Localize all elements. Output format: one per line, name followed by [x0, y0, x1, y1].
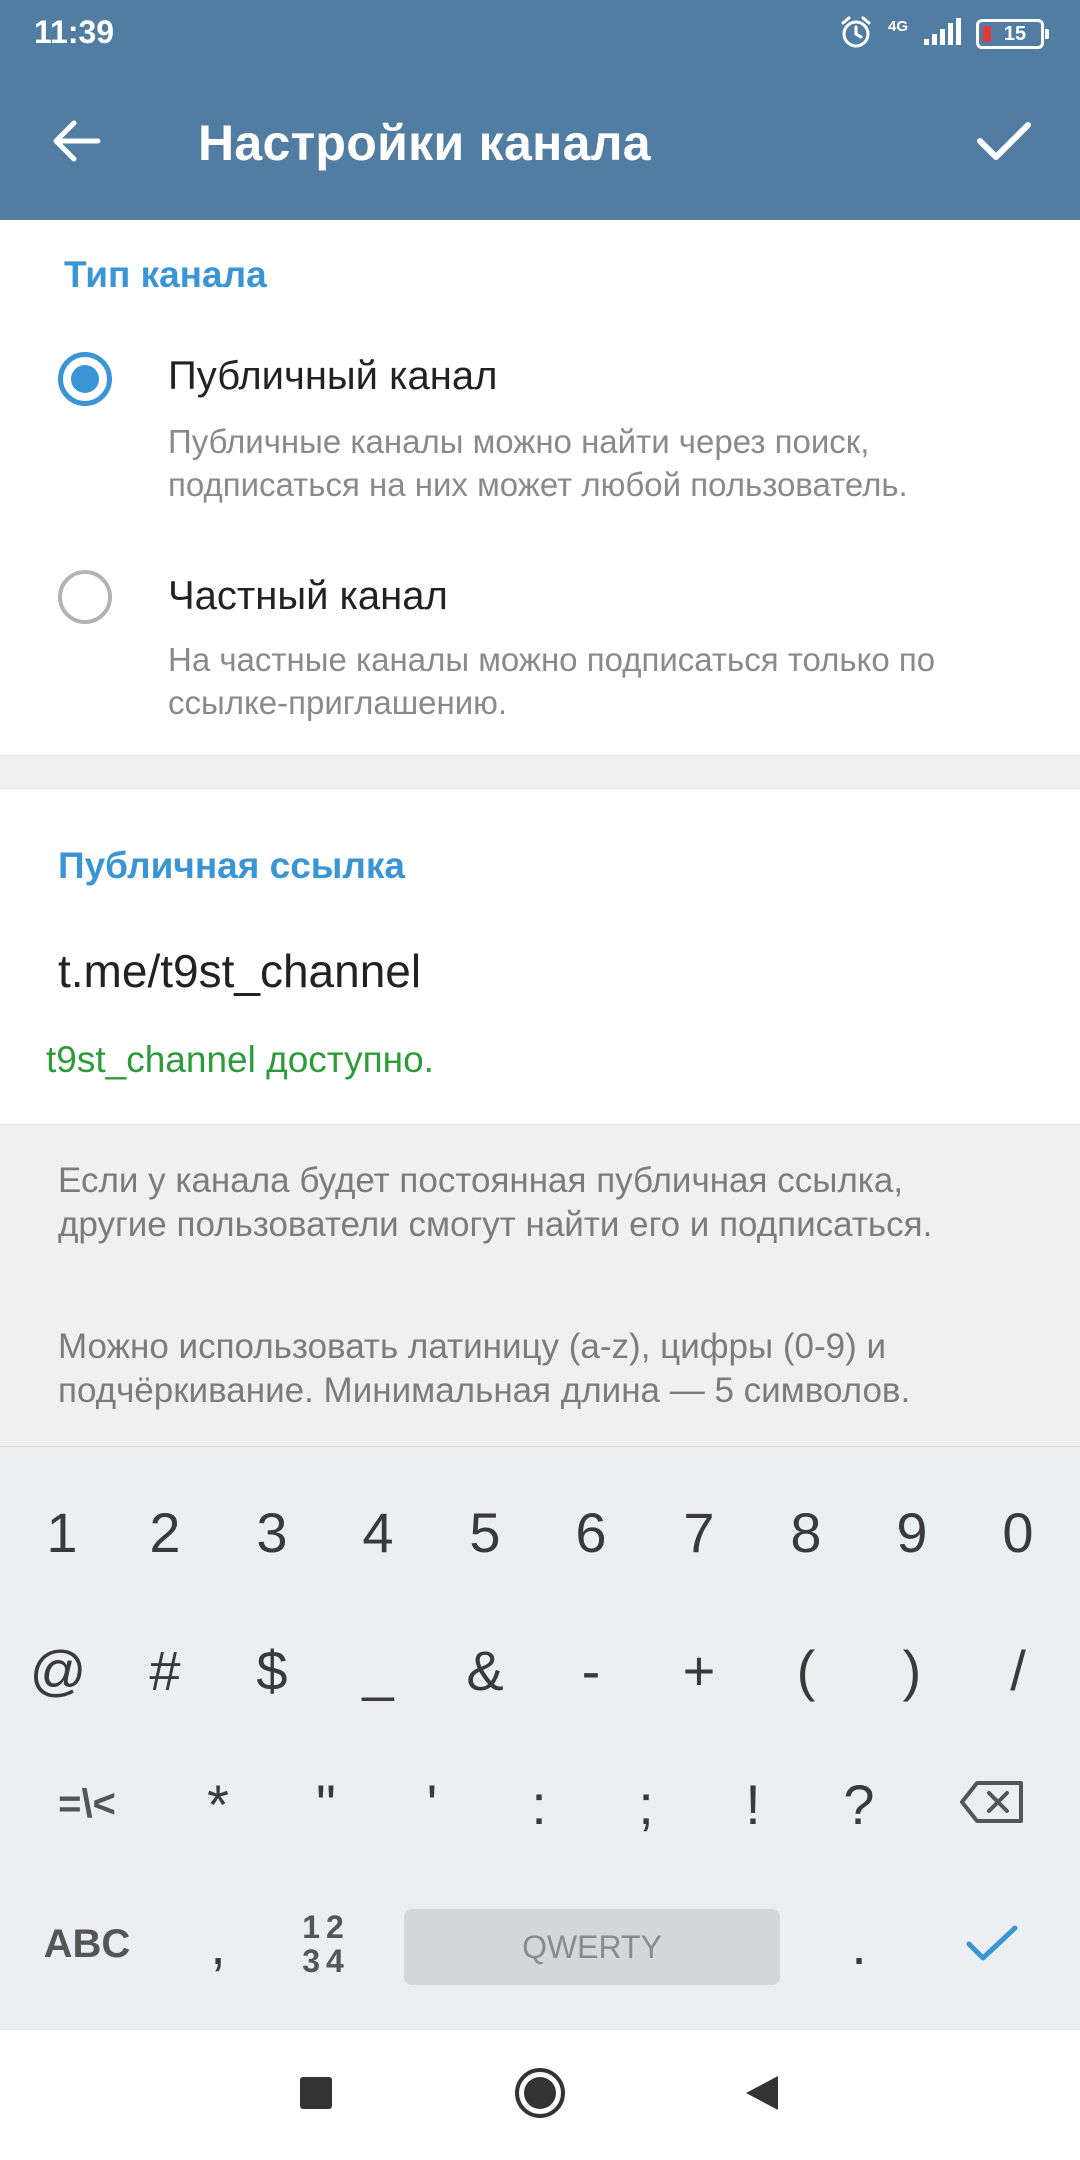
back-nav-button[interactable] — [727, 2060, 797, 2130]
key[interactable]: / — [964, 1605, 1072, 1735]
backspace-key[interactable] — [938, 1739, 1046, 1869]
keyboard-row-symbols: @ # $ _ & - + ( ) / — [0, 1605, 1080, 1735]
keyboard-row-punctuation: =\< * " ' : ; ! ? — [0, 1739, 1080, 1869]
key[interactable]: : — [485, 1739, 593, 1869]
home-button[interactable] — [505, 2060, 575, 2130]
public-link-input[interactable]: t.me/t9st_channel — [58, 944, 421, 998]
check-icon — [976, 119, 1032, 168]
key-done[interactable] — [938, 1879, 1046, 2009]
info-paragraph: Если у канала будет постоянная публичная… — [58, 1161, 933, 1244]
navigation-bar — [0, 2030, 1080, 2160]
option-description: На частные каналы можно подписаться толь… — [168, 641, 936, 721]
key[interactable]: " — [272, 1739, 380, 1869]
key[interactable]: ! — [699, 1739, 807, 1869]
key[interactable]: + — [645, 1605, 753, 1735]
radio-public-selected[interactable] — [58, 352, 112, 406]
network-type: 4G — [887, 17, 908, 35]
key[interactable]: 7 — [645, 1467, 753, 1597]
status-icons: 4G 15 — [838, 14, 1049, 55]
option-title: Публичный канал — [168, 354, 498, 398]
battery-icon: 15 — [976, 19, 1049, 49]
backspace-icon — [959, 1772, 1025, 1837]
check-icon — [965, 1912, 1019, 1977]
key[interactable]: 9 — [858, 1467, 966, 1597]
key-comma[interactable]: , — [164, 1879, 272, 2009]
section-header-public-link: Публичная ссылка — [58, 845, 405, 886]
status-time: 11:39 — [34, 14, 115, 50]
recents-button[interactable] — [281, 2060, 351, 2130]
page-title: Настройки канала — [198, 115, 651, 171]
key[interactable]: _ — [324, 1605, 432, 1735]
section-divider — [0, 755, 1080, 789]
key[interactable]: # — [111, 1605, 219, 1735]
keyboard-row-numbers: 1 2 3 4 5 6 7 8 9 0 — [0, 1467, 1080, 1597]
key[interactable]: ; — [592, 1739, 700, 1869]
confirm-button[interactable] — [968, 110, 1040, 176]
key-more-symbols[interactable]: =\< — [32, 1739, 142, 1869]
key[interactable]: 2 — [111, 1467, 219, 1597]
key[interactable]: ' — [378, 1739, 486, 1869]
space-key[interactable]: QWERTY — [404, 1909, 780, 1985]
keyboard: 1 2 3 4 5 6 7 8 9 0 @ # $ _ & - + ( ) / … — [0, 1446, 1080, 2030]
info-paragraph: Можно использовать латиницу (a-z), цифры… — [58, 1327, 911, 1410]
key[interactable]: 0 — [964, 1467, 1072, 1597]
alarm-icon — [838, 14, 874, 55]
key[interactable]: 3 — [218, 1467, 326, 1597]
toolbar: Настройки канала — [0, 66, 1080, 220]
screen: 11:39 4G 15 Настройки канала Тип канала … — [0, 0, 1080, 2160]
home-circle-icon — [513, 2066, 567, 2125]
section-header-channel-type: Тип канала — [64, 254, 267, 295]
key-abc[interactable]: ABC — [32, 1879, 142, 2009]
key[interactable]: @ — [4, 1605, 112, 1735]
link-availability-status: t9st_channel доступно. — [46, 1039, 434, 1080]
key[interactable]: 6 — [537, 1467, 645, 1597]
key[interactable]: & — [431, 1605, 539, 1735]
arrow-left-icon — [52, 119, 102, 168]
info-hint: Если у канала будет постоянная публичная… — [0, 1124, 1080, 1446]
key[interactable]: - — [537, 1605, 645, 1735]
key[interactable]: ) — [858, 1605, 966, 1735]
key-period[interactable]: . — [805, 1879, 913, 2009]
status-bar: 11:39 4G 15 — [0, 0, 1080, 66]
key[interactable]: 1 — [8, 1467, 116, 1597]
key[interactable]: 4 — [324, 1467, 432, 1597]
key[interactable]: * — [164, 1739, 272, 1869]
option-title: Частный канал — [168, 574, 448, 618]
public-link-section: Публичная ссылка t.me/t9st_channel t9st_… — [0, 789, 1080, 1124]
battery-level: 15 — [1003, 22, 1027, 45]
square-icon — [298, 2075, 334, 2116]
radio-private[interactable] — [58, 570, 112, 624]
option-description: Публичные каналы можно найти через поиск… — [168, 423, 908, 503]
key[interactable]: ( — [752, 1605, 860, 1735]
key[interactable]: 8 — [752, 1467, 860, 1597]
key[interactable]: 5 — [431, 1467, 539, 1597]
signal-icon — [922, 17, 962, 52]
key[interactable]: ? — [805, 1739, 913, 1869]
triangle-back-icon — [742, 2073, 782, 2118]
channel-type-section: Тип канала Публичный канал Публичные кан… — [0, 220, 1080, 755]
key[interactable]: $ — [218, 1605, 326, 1735]
back-button[interactable] — [44, 110, 110, 176]
numpad-top: 12 — [302, 1909, 350, 1945]
key-numpad[interactable]: 12 34 — [272, 1879, 380, 2009]
numpad-bottom: 34 — [302, 1943, 350, 1979]
app-bar: 11:39 4G 15 Настройки канала — [0, 0, 1080, 220]
